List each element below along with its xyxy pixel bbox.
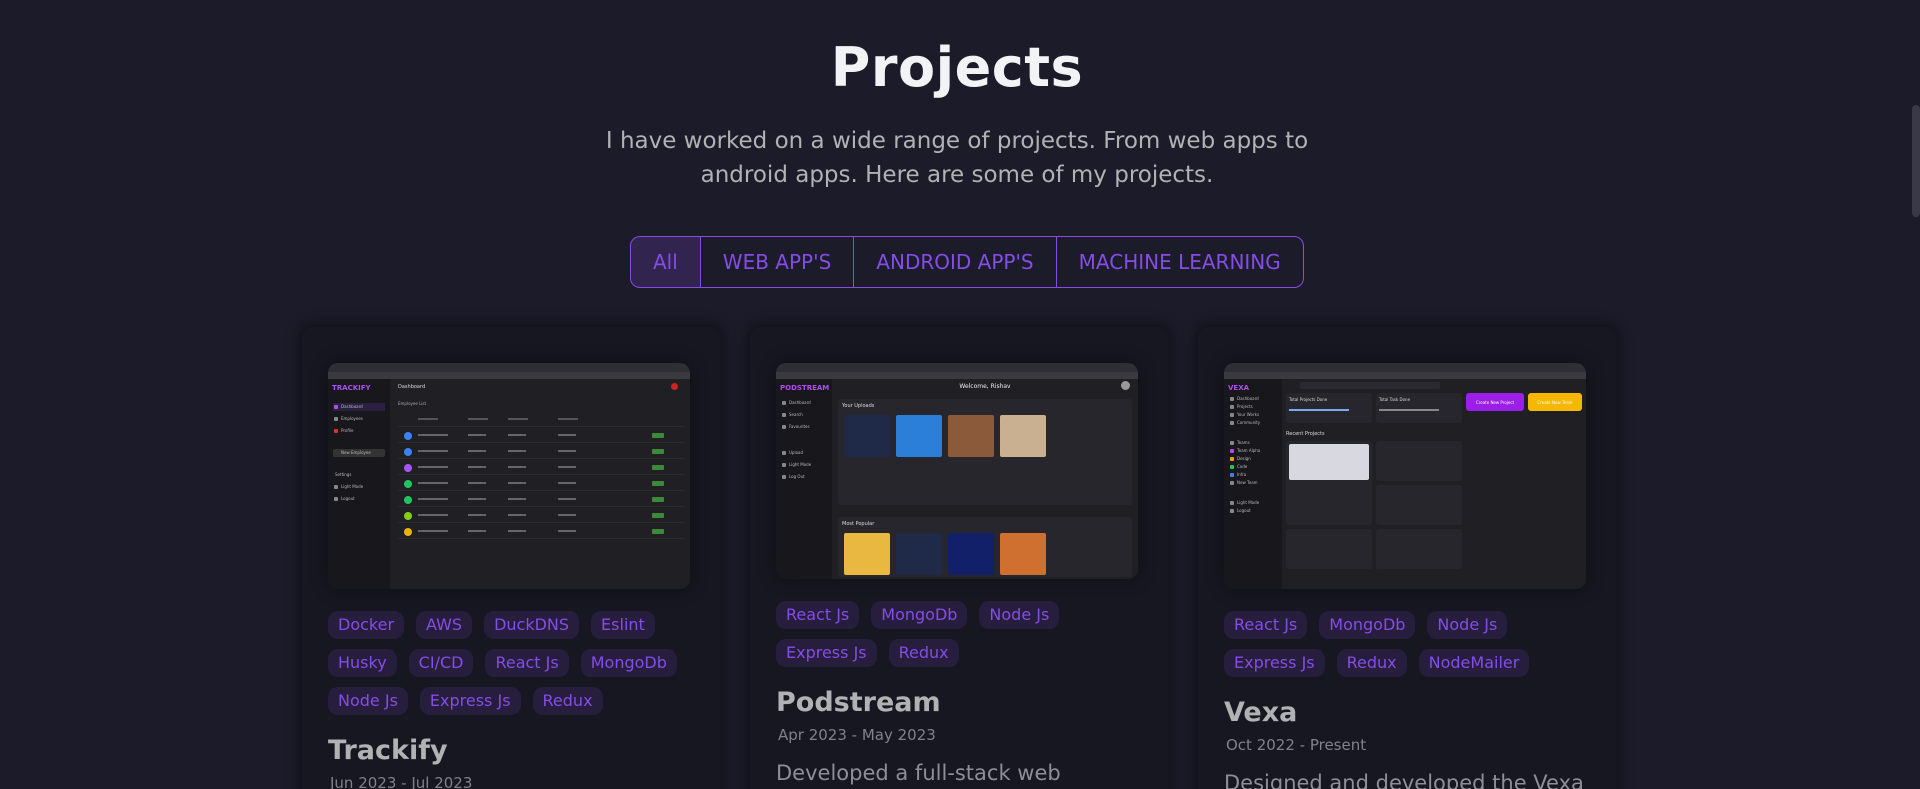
project-description: Developed a full-stack web [776, 761, 1061, 785]
project-title: Vexa [1224, 697, 1298, 728]
project-title: Trackify [328, 735, 448, 766]
tag: Redux [1336, 649, 1407, 677]
tag: Redux [888, 639, 959, 667]
tag: NodeMailer [1418, 649, 1530, 677]
tag: MongoDb [580, 649, 677, 677]
tag: React Js [1224, 611, 1308, 639]
tag: Docker [328, 611, 405, 639]
page-title: Projects [830, 36, 1084, 99]
project-description: Designed and developed the Vexa [1224, 771, 1584, 789]
tag: MongoDb [1319, 611, 1416, 639]
tag: Husky [328, 649, 397, 677]
tag: CI/CD [408, 649, 474, 677]
scrollbar-thumb[interactable] [1912, 105, 1920, 217]
project-date: Jun 2023 - Jul 2023 [330, 774, 473, 789]
tag: Express Js [1224, 649, 1325, 677]
tag: Express Js [419, 687, 521, 715]
tag: Eslint [591, 611, 655, 639]
tag: Node Js [1427, 611, 1508, 639]
project-image-vexa: VEXA Dashboard Projects Your Works Commu… [1224, 363, 1586, 589]
tag: DuckDNS [484, 611, 580, 639]
tag: MongoDb [871, 601, 968, 629]
tag: React Js [485, 649, 569, 677]
tag-list: Docker AWS DuckDNS Eslint Husky CI/CD Re… [328, 611, 690, 715]
tag: React Js [776, 601, 860, 629]
tag: Redux [532, 687, 603, 715]
tag: Node Js [979, 601, 1060, 629]
project-card-trackify[interactable]: TRACKIFY Dashboard Employees Profile New… [302, 327, 720, 789]
page-subtitle: I have worked on a wide range of project… [605, 128, 1309, 188]
project-date: Oct 2022 - Present [1226, 736, 1367, 754]
filter-web-apps[interactable]: WEB APP'S [701, 237, 855, 287]
project-filter-group: All WEB APP'S ANDROID APP'S MACHINE LEAR… [630, 236, 1304, 288]
tag: AWS [416, 611, 473, 639]
tag: Express Js [776, 639, 877, 667]
project-card-podstream[interactable]: PODSTREAM Dashboard Search Favourites Up… [750, 327, 1168, 789]
tag-list: React Js MongoDb Node Js Express Js Redu… [1224, 611, 1586, 677]
filter-android-apps[interactable]: ANDROID APP'S [854, 237, 1057, 287]
project-card-vexa[interactable]: VEXA Dashboard Projects Your Works Commu… [1198, 327, 1616, 789]
project-date: Apr 2023 - May 2023 [778, 726, 936, 744]
project-title: Podstream [776, 687, 941, 718]
scrollbar-track[interactable] [1912, 0, 1920, 789]
project-image-podstream: PODSTREAM Dashboard Search Favourites Up… [776, 363, 1138, 579]
project-image-trackify: TRACKIFY Dashboard Employees Profile New… [328, 363, 690, 589]
tag-list: React Js MongoDb Node Js Express Js Redu… [776, 601, 1138, 667]
tag: Node Js [328, 687, 408, 715]
filter-machine-learning[interactable]: MACHINE LEARNING [1057, 237, 1303, 287]
filter-all[interactable]: All [631, 237, 701, 287]
